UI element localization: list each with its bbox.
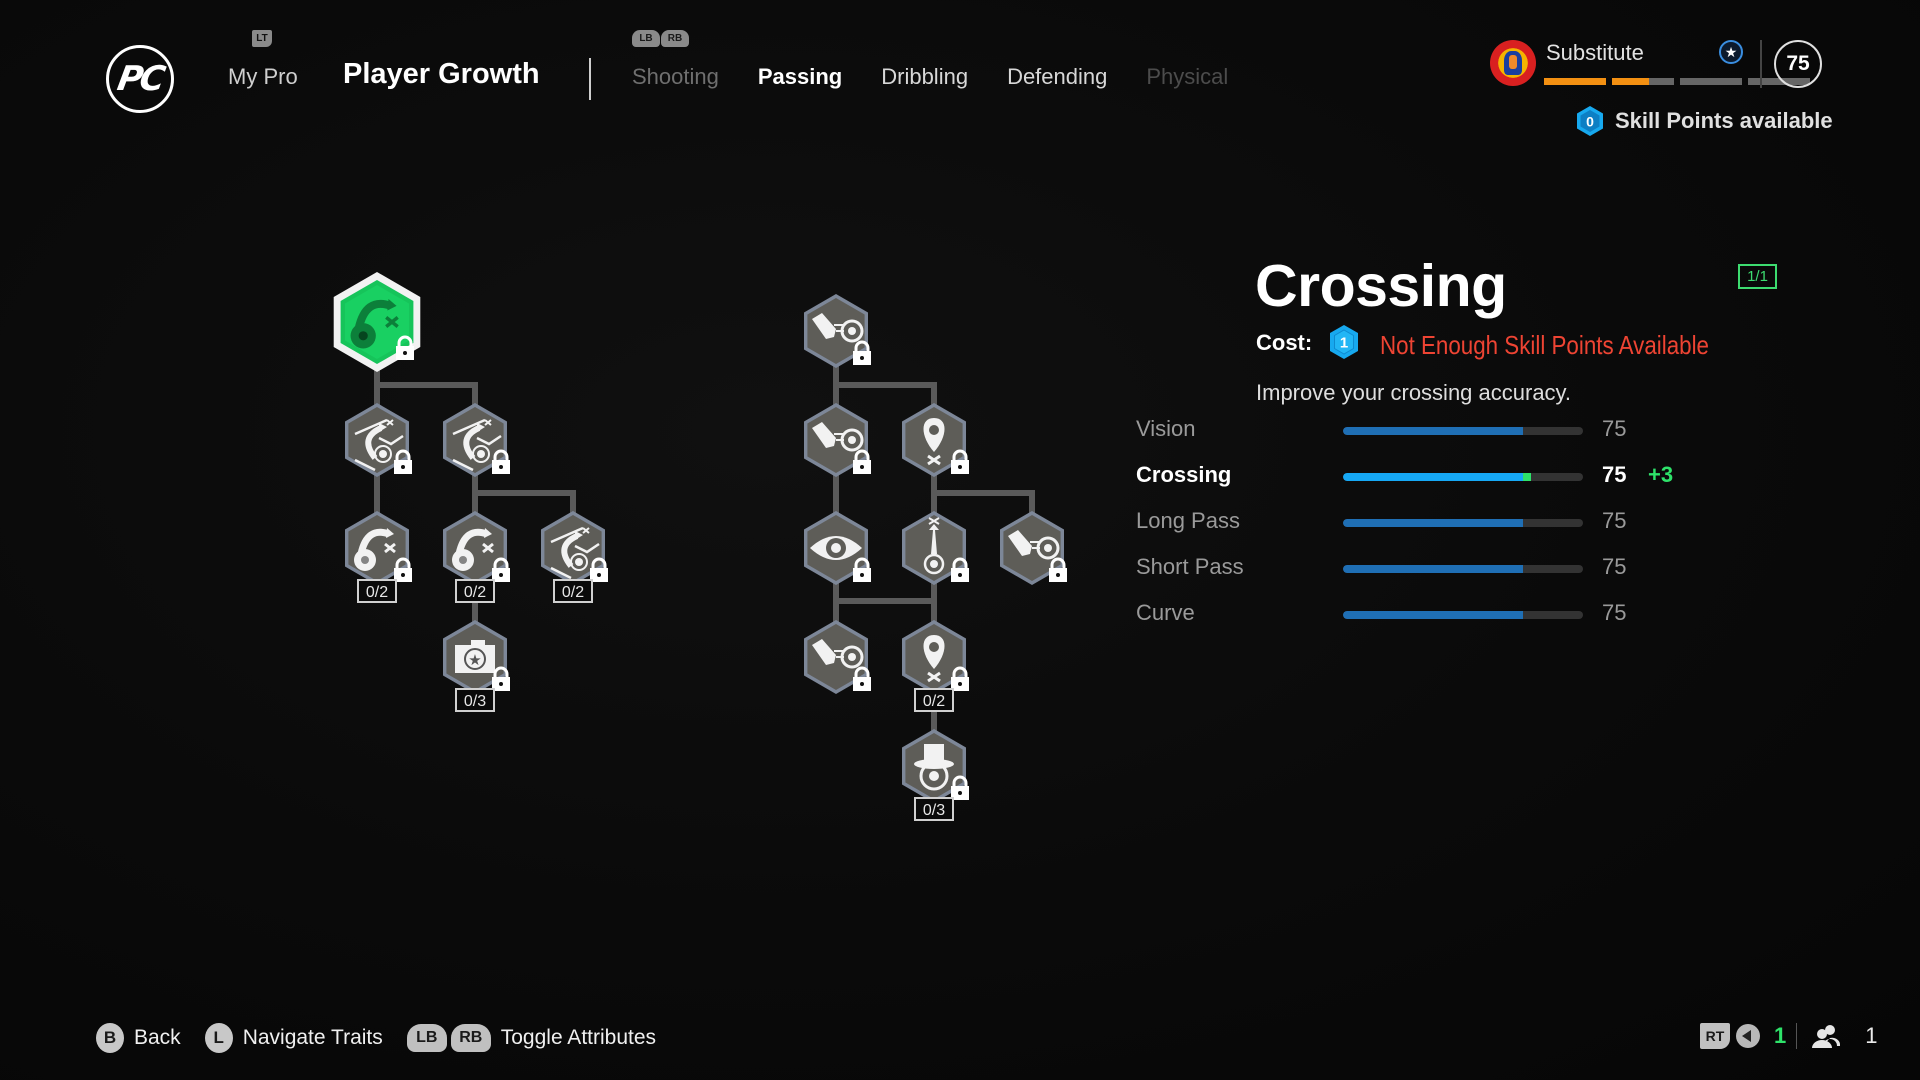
stat-bar-boost xyxy=(1523,473,1531,481)
svg-text:0/2: 0/2 xyxy=(366,584,388,601)
skill-node[interactable] xyxy=(345,511,414,585)
svg-text:0/3: 0/3 xyxy=(464,693,486,710)
stat-bar-fill xyxy=(1343,611,1523,619)
stat-label: Long Pass xyxy=(1136,508,1240,533)
skill-node[interactable] xyxy=(443,511,512,585)
skill-node[interactable] xyxy=(902,511,971,585)
stat-bar xyxy=(1343,519,1583,527)
skill-node[interactable] xyxy=(1000,511,1069,585)
node-progress-count: 0/2 xyxy=(455,579,495,603)
stat-bar xyxy=(1343,473,1583,481)
skill-node[interactable] xyxy=(333,272,421,372)
rb-bumper-icon: RB xyxy=(450,1024,491,1052)
skill-node[interactable] xyxy=(804,403,873,477)
node-progress-count: 0/2 xyxy=(553,579,593,603)
footer-status: RT 1 1 xyxy=(1700,1023,1878,1049)
party-count: 1 xyxy=(1865,1023,1878,1048)
stat-value: 75 xyxy=(1602,462,1627,487)
stat-row: Short Pass 75 xyxy=(1136,554,1696,584)
insufficient-points-warning: Not Enough Skill Points Available xyxy=(1380,330,1709,360)
stat-boost: +3 xyxy=(1648,462,1674,487)
skill-node[interactable] xyxy=(443,403,512,477)
svg-text:0/2: 0/2 xyxy=(464,584,486,601)
voice-chat-icon[interactable] xyxy=(1736,1024,1760,1048)
skill-node[interactable] xyxy=(804,511,873,585)
l-stick-icon: L xyxy=(204,1023,233,1053)
cost-label: Cost: xyxy=(1256,330,1313,355)
stat-label: Curve xyxy=(1136,600,1195,625)
toggle-attributes-action[interactable]: Toggle Attributes xyxy=(501,1026,656,1050)
back-action[interactable]: Back xyxy=(134,1026,181,1050)
skill-node[interactable] xyxy=(345,403,414,477)
stat-row: Long Pass 75 xyxy=(1136,508,1696,538)
node-progress-count: 0/2 xyxy=(914,688,954,712)
stat-label: Vision xyxy=(1136,416,1196,441)
stat-bar xyxy=(1343,427,1583,435)
skill-node[interactable] xyxy=(541,511,610,585)
footer-divider xyxy=(1796,1023,1798,1049)
stat-label: Crossing xyxy=(1136,462,1232,487)
skill-node[interactable] xyxy=(902,729,971,803)
node-progress-count: 0/3 xyxy=(914,797,954,821)
trait-level-badge: 1/1 xyxy=(1738,264,1777,289)
skill-tree: 0/2 0/2 0/2 ★ 0/3 0/2 0/3 xyxy=(333,272,1069,821)
navigate-traits-action[interactable]: Navigate Traits xyxy=(243,1026,383,1050)
stat-bar xyxy=(1343,611,1583,619)
skill-node[interactable] xyxy=(804,620,873,694)
svg-text:0/2: 0/2 xyxy=(562,584,584,601)
trait-title: Crossing xyxy=(1255,253,1507,319)
footer-hints: B Back L Navigate Traits LB RB Toggle At… xyxy=(96,1023,680,1053)
stat-value: 75 xyxy=(1602,508,1627,533)
stat-label: Short Pass xyxy=(1136,554,1244,579)
stat-row: Curve 75 xyxy=(1136,600,1696,630)
node-progress-count: 0/3 xyxy=(455,688,495,712)
skill-node[interactable]: ★ xyxy=(443,620,512,694)
b-button-icon: B xyxy=(96,1023,124,1053)
stat-row: Crossing 75 +3 xyxy=(1136,462,1696,492)
voice-count: 1 xyxy=(1774,1023,1787,1048)
stat-bar-fill xyxy=(1343,519,1523,527)
rt-trigger-icon: RT xyxy=(1700,1023,1730,1049)
svg-text:★: ★ xyxy=(468,652,481,669)
trait-description: Improve your crossing accuracy. xyxy=(1256,380,1572,405)
skill-node[interactable] xyxy=(902,403,971,477)
svg-text:0/3: 0/3 xyxy=(923,802,945,819)
lb-bumper-icon: LB xyxy=(406,1024,447,1052)
stat-value: 75 xyxy=(1602,554,1627,579)
stat-value: 75 xyxy=(1602,416,1627,441)
skill-node[interactable] xyxy=(902,620,971,694)
stat-bar-fill xyxy=(1343,427,1523,435)
cost-value: 1 xyxy=(1340,335,1348,352)
stat-bar-fill xyxy=(1343,473,1523,481)
stat-bar-fill xyxy=(1343,565,1523,573)
party-members-icon xyxy=(1812,1025,1841,1048)
skill-node[interactable] xyxy=(804,294,873,368)
skill-point-cost-icon: 1 xyxy=(1330,325,1358,359)
svg-text:0/2: 0/2 xyxy=(923,693,945,710)
stat-row: Vision 75 xyxy=(1136,416,1696,446)
stat-bar xyxy=(1343,565,1583,573)
node-progress-count: 0/2 xyxy=(357,579,397,603)
stat-value: 75 xyxy=(1602,600,1627,625)
